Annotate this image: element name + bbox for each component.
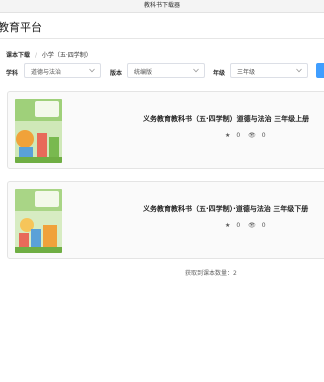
book-title[interactable]: 义务教育教科书（五·四学制）道德与法治 三年级上册 (143, 114, 309, 124)
app-window: 教科书下载器 教育平台 课本下载 / 小学（五·四学制） 学科 道德与法治 版本… (0, 0, 324, 382)
grade-select[interactable]: 三年级 (230, 63, 308, 78)
chevron-down-icon (296, 68, 302, 73)
window-title: 教科书下载器 (143, 2, 180, 9)
chevron-down-icon (89, 68, 95, 73)
book-card[interactable]: 义务教育教科书（五·四学制）·道德与法治 三年级下册 ★ 0 👁 0 (7, 181, 324, 259)
grade-value: 三年级 (237, 69, 256, 76)
chevron-down-icon (193, 68, 199, 73)
edition-label: 版本 (110, 70, 123, 77)
book-cover-image (15, 189, 62, 253)
search-button[interactable] (316, 63, 324, 78)
book-card[interactable]: 义务教育教科书（五·四学制）道德与法治 三年级上册 ★ 0 👁 0 (7, 91, 324, 169)
book-cover-image (15, 99, 62, 163)
book-count-text: 获取到课本数量：2 (185, 270, 237, 277)
breadcrumb-separator: / (34, 52, 37, 59)
subject-label: 学科 (6, 70, 19, 77)
book-stats: ★ 0 👁 0 (225, 132, 272, 139)
star-count: 0 (236, 132, 241, 139)
book-title[interactable]: 义务教育教科书（五·四学制）·道德与法治 三年级下册 (143, 204, 308, 214)
book-stats: ★ 0 👁 0 (225, 222, 272, 229)
subject-select[interactable]: 道德与法治 (24, 63, 101, 78)
grade-label: 年级 (213, 70, 226, 77)
divider (0, 38, 324, 39)
view-count: 0 (261, 132, 266, 139)
breadcrumb-current: 小学（五·四学制） (41, 52, 92, 59)
star-count: 0 (236, 222, 241, 229)
edition-value: 统编版 (134, 69, 153, 76)
eye-icon: 👁 (248, 222, 256, 229)
star-icon: ★ (225, 132, 231, 139)
star-icon: ★ (225, 222, 231, 229)
breadcrumb-root[interactable]: 课本下载 (6, 52, 30, 59)
subject-value: 道德与法治 (31, 69, 62, 76)
breadcrumb: 课本下载 / 小学（五·四学制） (6, 50, 92, 59)
window-titlebar: 教科书下载器 (0, 0, 324, 13)
eye-icon: 👁 (248, 132, 256, 139)
page-title: 教育平台 (0, 21, 42, 34)
view-count: 0 (261, 222, 266, 229)
edition-select[interactable]: 统编版 (127, 63, 205, 78)
